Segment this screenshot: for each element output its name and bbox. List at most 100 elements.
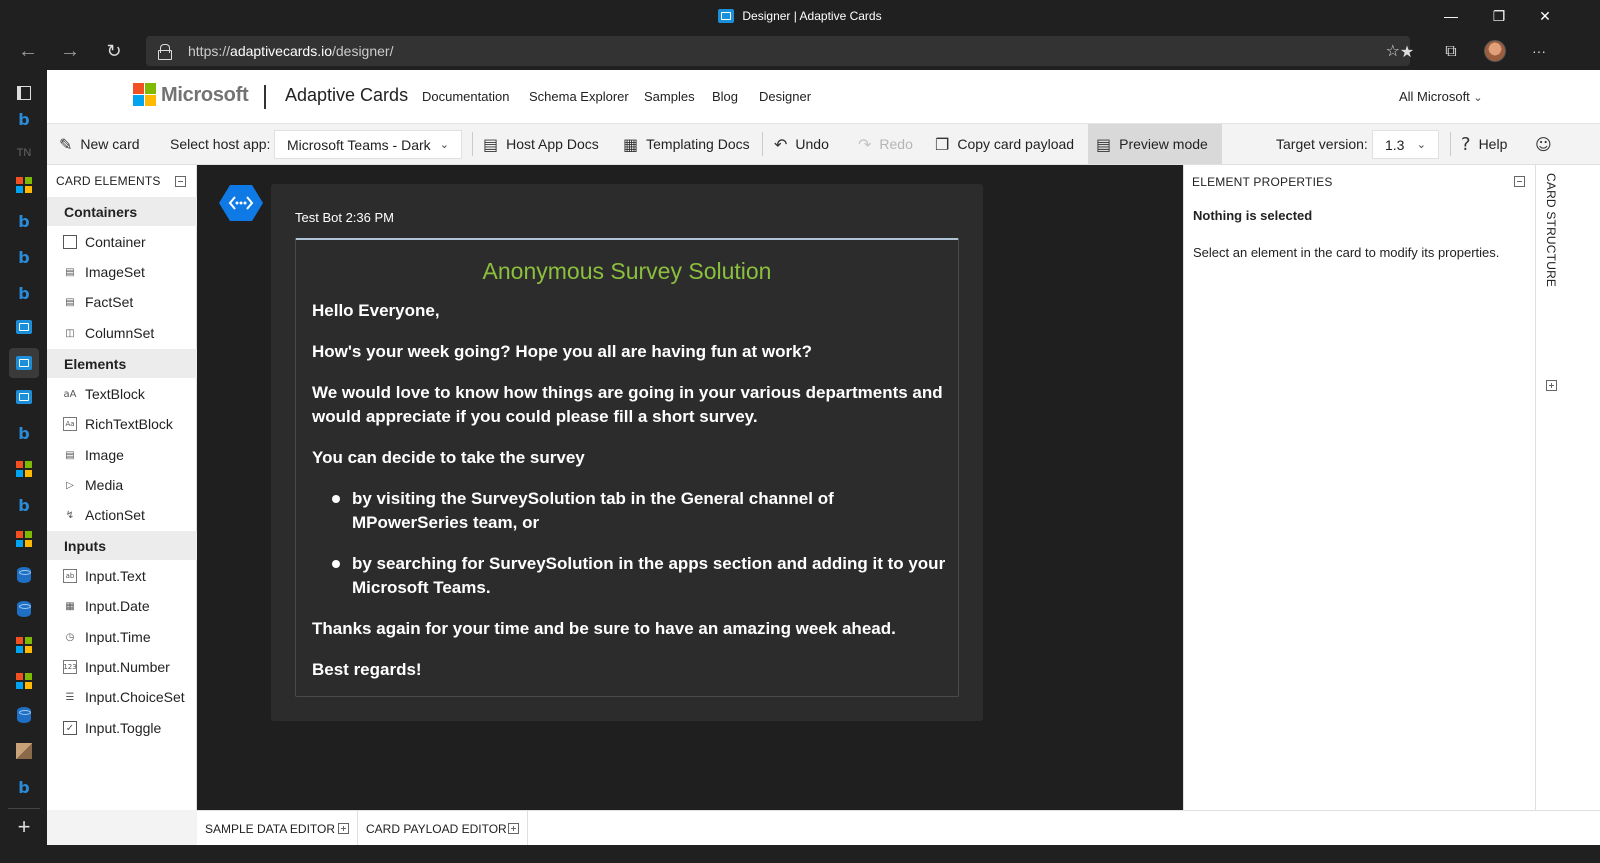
bing-tab-icon[interactable]: b [9,104,39,134]
adaptive-card-preview[interactable]: Anonymous Survey Solution Hello Everyone… [295,238,959,697]
cube-tab-icon[interactable] [9,736,39,766]
url-path: /designer/ [331,43,394,59]
microsoft-tab-icon[interactable] [9,630,39,660]
card-text-request-line2[interactable]: would appreciate if you could please fil… [312,405,952,429]
restore-button[interactable]: ❐ [1476,0,1522,32]
all-microsoft-menu[interactable]: All Microsoft ⌄ [1399,89,1483,104]
microsoft-tab-icon[interactable] [9,170,39,200]
microsoft-tab-icon[interactable] [9,666,39,696]
templating-docs-label: Templating Docs [646,136,750,152]
host-app-dropdown[interactable]: Microsoft Teams - Dark ⌄ [274,130,462,159]
help-button[interactable]: ? Help [1453,124,1515,164]
microsoft-logo-icon[interactable] [133,83,156,106]
palette-item-input-toggle[interactable]: ✓ Input.Toggle [47,713,197,743]
copy-card-payload-button[interactable]: ❐ Copy card payload [927,124,1082,164]
card-payload-editor-tab[interactable]: CARD PAYLOAD EDITOR [366,811,507,846]
collapse-panel-icon[interactable] [175,176,186,187]
palette-item-media[interactable]: ▷ Media [47,470,197,500]
bing-tab-icon[interactable]: b [9,772,39,802]
bing-tab-icon[interactable]: b [9,278,39,308]
minimize-button[interactable]: — [1428,0,1474,32]
card-title[interactable]: Anonymous Survey Solution [296,258,958,285]
preview-mode-button[interactable]: ▤ Preview mode [1088,124,1222,164]
palette-item-input-date[interactable]: ▦ Input.Date [47,591,197,621]
adaptive-cards-tab-icon[interactable] [9,312,39,342]
palette-item-input-text[interactable]: ab Input.Text [47,561,197,591]
url-text[interactable]: https://adaptivecards.io/designer/ [188,36,393,66]
undo-button[interactable]: ↶ Undo [766,124,837,164]
card-text-thanks[interactable]: Thanks again for your time and be sure t… [312,617,952,641]
card-text-question[interactable]: How's your week going? Hope you all are … [312,340,952,364]
more-icon[interactable]: ··· [1524,36,1554,66]
collapse-panel-icon[interactable] [1514,176,1525,187]
preview-mode-label: Preview mode [1119,136,1208,152]
card-text-survey-intro[interactable]: You can decide to take the survey [312,446,952,470]
card-bullet-2-line1[interactable]: by searching for SurveySolution in the a… [352,552,952,576]
target-version-dropdown[interactable]: 1.3 ⌄ [1372,130,1439,159]
adaptive-cards-brand[interactable]: Adaptive Cards [285,85,408,106]
database-tab-icon[interactable] [9,594,39,624]
sample-data-editor-tab[interactable]: SAMPLE DATA EDITOR [205,811,335,846]
palette-item-input-choiceset[interactable]: ☰ Input.ChoiceSet [47,682,197,712]
forward-arrow-icon[interactable]: → [54,36,86,66]
bing-tab-icon[interactable]: b [9,418,39,448]
close-window-button[interactable]: ✕ [1522,0,1568,32]
profile-avatar[interactable] [1480,36,1510,66]
palette-item-input-time[interactable]: ◷ Input.Time [47,622,197,652]
palette-item-richtextblock[interactable]: Aa RichTextBlock [47,409,197,439]
card-bullet-1-line2[interactable]: MPowerSeries team, or [352,511,952,535]
card-bullet-1-line1[interactable]: by visiting the SurveySolution tab in th… [352,487,952,511]
adaptive-cards-tab-icon[interactable] [9,382,39,412]
nav-blog[interactable]: Blog [712,89,738,104]
nav-designer[interactable]: Designer [759,89,811,104]
feedback-button[interactable]: ☺ [1527,124,1560,164]
bing-tab-icon[interactable]: b [9,206,39,236]
bing-tab-icon[interactable]: b [9,490,39,520]
element-properties-header: ELEMENT PROPERTIES [1192,175,1333,189]
palette-item-input-number[interactable]: 123 Input.Number [47,652,197,682]
address-bar[interactable]: https://adaptivecards.io/designer/ ☆ [146,36,1410,66]
palette-item-container[interactable]: Container [47,227,197,257]
database-tab-icon[interactable] [9,560,39,590]
templating-docs-button[interactable]: ▦ Templating Docs [615,124,758,164]
new-card-button[interactable]: ✎ New card [51,124,148,164]
nav-schema-explorer[interactable]: Schema Explorer [529,89,629,104]
card-text-request-line1[interactable]: We would love to know how things are goi… [312,381,952,405]
nav-samples[interactable]: Samples [644,89,695,104]
lock-icon[interactable] [158,44,172,60]
microsoft-tab-icon[interactable] [9,524,39,554]
card-text-greeting[interactable]: Hello Everyone, [312,299,952,323]
microsoft-tab-icon[interactable] [9,454,39,484]
chevron-down-icon: ⌄ [1416,138,1426,151]
palette-item-columnset[interactable]: ◫ ColumnSet [47,318,197,348]
palette-item-label: Input.Number [85,659,170,675]
bing-tab-icon[interactable]: b [9,242,39,272]
adaptive-cards-tab-icon-active[interactable] [9,348,39,378]
palette-item-imageset[interactable]: ▤ ImageSet [47,257,197,287]
design-canvas[interactable]: Test Bot 2:36 PM Anonymous Survey Soluti… [197,165,1183,810]
card-bullet-2-line2[interactable]: Microsoft Teams. [352,576,952,600]
avatar-icon [1484,40,1506,62]
card-text-regards[interactable]: Best regards! [312,658,952,682]
nav-documentation[interactable]: Documentation [422,89,509,104]
host-app-docs-button[interactable]: ▤ Host App Docs [475,124,607,164]
microsoft-wordmark[interactable]: Microsoft [161,84,249,107]
database-tab-icon[interactable] [9,700,39,730]
palette-item-actionset[interactable]: ↯ ActionSet [47,500,197,530]
favorites-icon[interactable]: ★ [1392,36,1422,66]
collections-icon[interactable]: ⧉ [1436,36,1466,66]
palette-item-textblock[interactable]: aA TextBlock [47,379,197,409]
vertical-tab-strip: b TN b b b b b b + [0,70,47,863]
palette-item-image[interactable]: ▤ Image [47,440,197,470]
redo-button[interactable]: ↷ Redo [850,124,921,164]
palette-item-factset[interactable]: ▤ FactSet [47,287,197,317]
tn-tab-icon[interactable]: TN [9,138,39,168]
back-arrow-icon[interactable]: ← [12,36,44,66]
expand-panel-icon[interactable] [1546,380,1557,391]
new-tab-plus-icon[interactable]: + [9,812,39,842]
refresh-icon[interactable]: ↻ [98,36,130,66]
copy-card-payload-label: Copy card payload [957,136,1075,152]
expand-panel-icon[interactable] [508,823,519,834]
expand-panel-icon[interactable] [338,823,349,834]
card-structure-tab[interactable]: CARD STRUCTURE [1544,173,1558,287]
